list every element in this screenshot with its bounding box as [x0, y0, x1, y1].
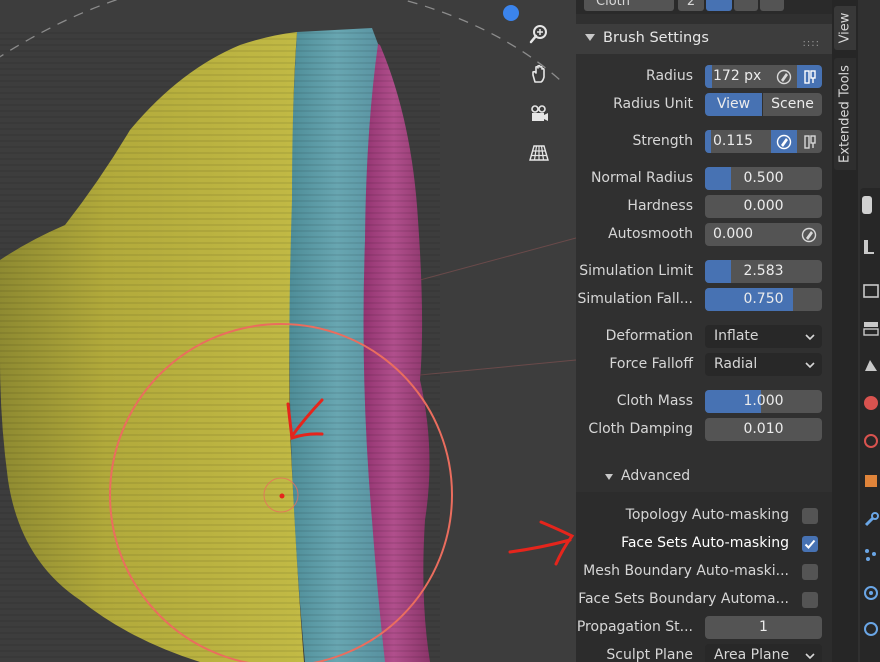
cloth-datablock-row: Cloth 2 — [576, 0, 832, 14]
strength-row: Strength 0.115 — [576, 130, 832, 154]
constraints-icon[interactable] — [862, 620, 880, 638]
mesh-boundary-automasking-checkbox[interactable] — [802, 564, 818, 580]
cloth-damping-field[interactable]: 0.010 — [705, 418, 822, 441]
zoom-icon[interactable] — [528, 23, 564, 59]
normal-radius-row: Normal Radius 0.500 — [576, 167, 832, 191]
hardness-field[interactable]: 0.000 — [705, 195, 822, 218]
duplicate-icon[interactable] — [734, 0, 758, 11]
normal-radius-label: Normal Radius — [590, 170, 693, 186]
output-icon[interactable] — [862, 282, 880, 300]
tool-properties-icon[interactable] — [862, 196, 872, 214]
collection-icon[interactable] — [862, 432, 880, 450]
checkmark-icon — [804, 539, 816, 549]
collapse-triangle-icon — [585, 34, 595, 41]
simulation-limit-field[interactable]: 2.583 — [705, 260, 822, 283]
strength-label: Strength — [632, 133, 693, 149]
sculpt-plane-dropdown[interactable]: Area Plane — [705, 644, 822, 662]
perspective-grid-icon[interactable] — [528, 142, 564, 178]
propagation-steps-row: Propagation St... 1 — [576, 616, 832, 640]
radius-unit-row: Radius Unit View Scene — [576, 93, 832, 117]
radius-pressure-pen-icon[interactable] — [771, 65, 797, 88]
unlink-close-icon[interactable] — [760, 0, 784, 11]
strength-field[interactable]: 0.115 — [705, 130, 771, 153]
world-icon[interactable] — [862, 394, 880, 412]
radius-row: Radius 172 px — [576, 65, 832, 89]
hardness-label: Hardness — [627, 198, 693, 214]
advanced-subpanel-header[interactable]: Advanced — [576, 466, 832, 490]
annotation-arrow-panel — [508, 520, 575, 566]
camera-view-icon[interactable] — [528, 103, 564, 139]
particles-icon[interactable] — [862, 546, 880, 564]
deformation-label: Deformation — [605, 328, 693, 344]
topology-automasking-row[interactable]: Topology Auto-masking — [576, 504, 832, 528]
radius-unit-view-button[interactable]: View — [705, 93, 762, 116]
cloth-mass-row: Cloth Mass 1.000 — [576, 390, 832, 414]
simulation-falloff-label: Simulation Fall... — [577, 291, 694, 307]
hardness-row: Hardness 0.000 — [576, 195, 832, 219]
propagation-steps-field[interactable]: 1 — [705, 616, 822, 639]
radius-unit-scene-button[interactable]: Scene — [763, 93, 822, 116]
properties-editor-edge — [858, 0, 880, 662]
sidebar-tabs: View Extended Tools — [832, 0, 858, 662]
deformation-row: Deformation Inflate — [576, 325, 832, 349]
collapse-triangle-icon — [605, 474, 613, 480]
face-sets-automasking-row[interactable]: Face Sets Auto-masking — [576, 532, 832, 556]
strength-unified-icon[interactable] — [797, 130, 822, 153]
topology-automasking-checkbox[interactable] — [802, 508, 818, 524]
object-icon[interactable] — [862, 472, 880, 490]
cloth-mass-field[interactable]: 1.000 — [705, 390, 822, 413]
force-falloff-label: Force Falloff — [609, 356, 693, 372]
face-sets-automasking-checkbox[interactable] — [802, 536, 818, 552]
face-sets-boundary-automasking-row[interactable]: Face Sets Boundary Automa... — [576, 588, 832, 612]
drag-grip-icon[interactable]: :::: — [803, 38, 820, 49]
autosmooth-label: Autosmooth — [608, 226, 693, 242]
physics-icon[interactable] — [862, 584, 880, 602]
radius-unit-lock-icon[interactable] — [797, 65, 822, 88]
chevron-down-icon — [805, 362, 815, 369]
brush-settings-header[interactable]: Brush Settings :::: — [576, 24, 832, 54]
tool-settings-panel: Cloth 2 Brush Settings :::: Radius 172 p… — [576, 0, 832, 662]
fake-user-shield-icon[interactable] — [706, 0, 732, 11]
3d-viewport[interactable] — [0, 0, 576, 662]
deformation-dropdown[interactable]: Inflate — [705, 325, 822, 348]
autosmooth-pressure-pen-icon[interactable] — [796, 223, 822, 246]
brush-settings-title: Brush Settings — [603, 30, 709, 46]
propagation-steps-label: Propagation St... — [576, 619, 693, 635]
simulation-limit-row: Simulation Limit 2.583 — [576, 260, 832, 284]
strength-pressure-pen-icon[interactable] — [771, 130, 797, 153]
force-falloff-row: Force Falloff Radial — [576, 353, 832, 377]
scene-icon[interactable] — [862, 356, 880, 374]
view-layer-icon[interactable] — [862, 320, 880, 338]
radius-unit-label: Radius Unit — [613, 96, 693, 112]
viewport-canvas — [0, 0, 576, 662]
pan-hand-icon[interactable] — [528, 63, 564, 99]
users-count[interactable]: 2 — [678, 0, 704, 11]
modifier-wrench-icon[interactable] — [862, 510, 880, 528]
render-icon[interactable] — [862, 238, 880, 256]
sculpt-plane-row: Sculpt Plane Area Plane — [576, 644, 832, 662]
force-falloff-dropdown[interactable]: Radial — [705, 353, 822, 376]
advanced-title: Advanced — [621, 468, 691, 484]
radius-label: Radius — [646, 68, 693, 84]
cloth-damping-row: Cloth Damping 0.010 — [576, 418, 832, 442]
navigation-gizmo-dot — [503, 5, 519, 21]
chevron-down-icon — [805, 653, 815, 660]
simulation-falloff-field[interactable]: 0.750 — [705, 288, 822, 311]
normal-radius-field[interactable]: 0.500 — [705, 167, 822, 190]
autosmooth-field[interactable]: 0.000 — [705, 223, 796, 246]
mesh-boundary-automasking-row[interactable]: Mesh Boundary Auto-maski... — [576, 560, 832, 584]
radius-field[interactable]: 172 px — [705, 65, 771, 88]
sculpt-plane-label: Sculpt Plane — [606, 647, 693, 662]
cloth-mass-label: Cloth Mass — [616, 393, 693, 409]
cloth-damping-label: Cloth Damping — [588, 421, 693, 437]
autosmooth-row: Autosmooth 0.000 — [576, 223, 832, 247]
simulation-limit-label: Simulation Limit — [579, 263, 693, 279]
tab-view[interactable]: View — [834, 6, 856, 50]
chevron-down-icon — [805, 334, 815, 341]
face-sets-boundary-automasking-checkbox[interactable] — [802, 592, 818, 608]
tab-extended-tools[interactable]: Extended Tools — [834, 58, 856, 170]
cloth-brush-name[interactable]: Cloth — [584, 0, 674, 11]
simulation-falloff-row: Simulation Fall... 0.750 — [576, 288, 832, 312]
